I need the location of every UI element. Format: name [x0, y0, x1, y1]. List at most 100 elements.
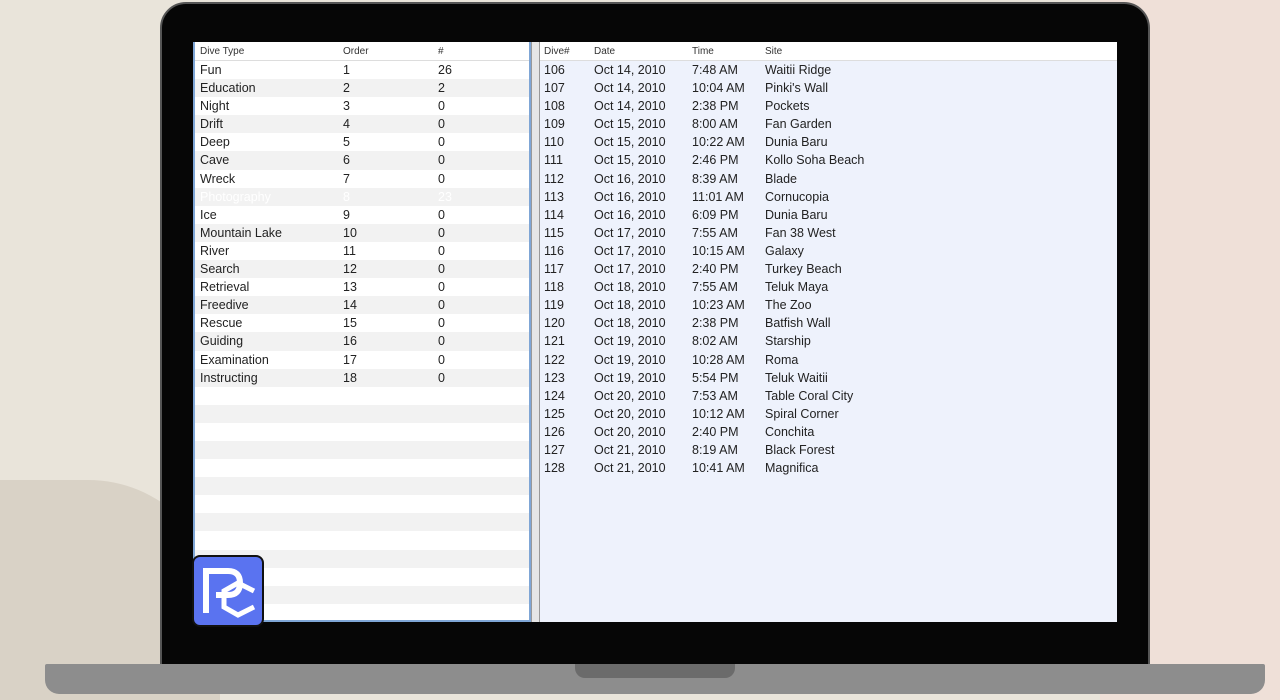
- cell-date: Oct 20, 2010: [594, 424, 666, 439]
- table-row[interactable]: 116 Oct 17, 2010 10:15 AM Galaxy: [540, 242, 1117, 260]
- table-row[interactable]: 110 Oct 15, 2010 10:22 AM Dunia Baru: [540, 133, 1117, 151]
- cell-date: Oct 17, 2010: [594, 243, 666, 258]
- table-row[interactable]: 107 Oct 14, 2010 10:04 AM Pinki's Wall: [540, 79, 1117, 97]
- table-row[interactable]: 126 Oct 20, 2010 2:40 PM Conchita: [540, 423, 1117, 441]
- cell-time: 8:02 AM: [692, 334, 738, 349]
- cell-dive-number: 125: [544, 406, 565, 421]
- column-header-date[interactable]: Date: [594, 46, 615, 57]
- table-row[interactable]: 115 Oct 17, 2010 7:55 AM Fan 38 West: [540, 224, 1117, 242]
- cell-order: 16: [343, 334, 357, 349]
- cell-dive-type: Night: [200, 99, 230, 114]
- table-row[interactable]: 123 Oct 19, 2010 5:54 PM Teluk Waitii: [540, 369, 1117, 387]
- logo-icon: [203, 568, 256, 618]
- table-row[interactable]: 112 Oct 16, 2010 8:39 AM Blade: [540, 170, 1117, 188]
- cell-order: 9: [343, 207, 350, 222]
- cell-dive-type: Drift: [200, 117, 223, 132]
- cell-site: Galaxy: [765, 243, 804, 258]
- column-header-count[interactable]: #: [438, 46, 444, 57]
- table-row[interactable]: 122 Oct 19, 2010 10:28 AM Roma: [540, 351, 1117, 369]
- table-row[interactable]: Guiding 16 0: [195, 332, 529, 351]
- cell-dive-type: Instructing: [200, 370, 258, 385]
- cell-count: 0: [438, 370, 445, 385]
- column-header-dive-number[interactable]: Dive#: [544, 46, 570, 57]
- table-row[interactable]: Wreck 7 0: [195, 170, 529, 188]
- cell-time: 2:46 PM: [692, 153, 739, 168]
- table-row[interactable]: Rescue 15 0: [195, 314, 529, 332]
- cell-time: 10:41 AM: [692, 461, 745, 476]
- column-header-dive-type[interactable]: Dive Type: [200, 46, 244, 57]
- table-row-selected[interactable]: Photography 8 23: [195, 187, 529, 206]
- cell-date: Oct 21, 2010: [594, 461, 666, 476]
- cell-date: Oct 15, 2010: [594, 153, 666, 168]
- cell-dive-type: Examination: [200, 352, 269, 367]
- table-row[interactable]: Education 2 2: [195, 79, 529, 98]
- cell-time: 5:54 PM: [692, 370, 739, 385]
- table-row[interactable]: 108 Oct 14, 2010 2:38 PM Pockets: [540, 97, 1117, 115]
- cell-site: Fan 38 West: [765, 225, 836, 240]
- cell-order: 11: [343, 243, 356, 258]
- cell-time: 10:15 AM: [692, 243, 745, 258]
- table-row[interactable]: Ice 9 0: [195, 206, 529, 224]
- cell-dive-type: River: [200, 243, 230, 258]
- table-row[interactable]: Cave 6 0: [195, 151, 529, 170]
- table-row[interactable]: 106 Oct 14, 2010 7:48 AM Waitii Ridge: [540, 61, 1117, 79]
- cell-dive-number: 123: [544, 370, 565, 385]
- cell-order: 6: [343, 153, 350, 168]
- cell-date: Oct 15, 2010: [594, 117, 666, 132]
- cell-dive-type: Deep: [200, 135, 230, 150]
- cell-site: Pockets: [765, 99, 810, 114]
- cell-order: 7: [343, 171, 350, 186]
- column-header-order[interactable]: Order: [343, 46, 369, 57]
- table-row[interactable]: 109 Oct 15, 2010 8:00 AM Fan Garden: [540, 115, 1117, 133]
- empty-row: [195, 423, 529, 441]
- table-row[interactable]: 118 Oct 18, 2010 7:55 AM Teluk Maya: [540, 278, 1117, 296]
- table-row[interactable]: Examination 17 0: [195, 351, 529, 369]
- column-header-site[interactable]: Site: [765, 46, 782, 57]
- cell-count: 0: [438, 117, 445, 132]
- table-row[interactable]: Night 3 0: [195, 97, 529, 115]
- table-row[interactable]: 128 Oct 21, 2010 10:41 AM Magnifica: [540, 459, 1117, 477]
- table-row[interactable]: River 11 0: [195, 242, 529, 260]
- table-row[interactable]: 127 Oct 21, 2010 8:19 AM Black Forest: [540, 441, 1117, 459]
- cell-date: Oct 14, 2010: [594, 63, 666, 77]
- table-row[interactable]: Drift 4 0: [195, 115, 529, 134]
- table-row[interactable]: 120 Oct 18, 2010 2:38 PM Batfish Wall: [540, 314, 1117, 332]
- cell-site: Table Coral City: [765, 388, 854, 403]
- cell-date: Oct 19, 2010: [594, 370, 666, 385]
- table-row[interactable]: Search 12 0: [195, 260, 529, 279]
- cell-dive-number: 113: [544, 189, 564, 204]
- table-row[interactable]: Instructing 18 0: [195, 368, 529, 387]
- cell-count: 23: [438, 189, 452, 204]
- table-row[interactable]: 114 Oct 16, 2010 6:09 PM Dunia Baru: [540, 206, 1117, 224]
- cell-time: 10:22 AM: [692, 135, 745, 150]
- watermark-logo: [192, 555, 264, 627]
- table-row[interactable]: 124 Oct 20, 2010 7:53 AM Table Coral City: [540, 387, 1117, 405]
- cell-order: 3: [343, 99, 350, 114]
- table-row[interactable]: Mountain Lake 10 0: [195, 223, 529, 242]
- cell-count: 0: [438, 334, 445, 349]
- cell-order: 1: [343, 63, 350, 77]
- table-row[interactable]: Deep 5 0: [195, 133, 529, 151]
- column-header-time[interactable]: Time: [692, 46, 714, 57]
- table-row[interactable]: Fun 1 26: [195, 61, 529, 79]
- cell-site: Dunia Baru: [765, 207, 828, 222]
- cell-date: Oct 16, 2010: [594, 171, 666, 186]
- table-row[interactable]: 119 Oct 18, 2010 10:23 AM The Zoo: [540, 296, 1117, 314]
- empty-row: [195, 477, 529, 496]
- table-row[interactable]: 113 Oct 16, 2010 11:01 AM Cornucopia: [540, 188, 1117, 206]
- cell-count: 0: [438, 207, 445, 222]
- cell-dive-number: 119: [544, 298, 564, 313]
- cell-dive-type: Ice: [200, 207, 217, 222]
- cell-dive-number: 111: [544, 153, 564, 168]
- cell-site: Teluk Waitii: [765, 370, 828, 385]
- split-view-divider[interactable]: [531, 42, 540, 622]
- cell-site: Waitii Ridge: [765, 63, 832, 77]
- table-row[interactable]: 125 Oct 20, 2010 10:12 AM Spiral Corner: [540, 405, 1117, 423]
- cell-dive-number: 124: [544, 388, 565, 403]
- table-row[interactable]: 111 Oct 15, 2010 2:46 PM Kollo Soha Beach: [540, 151, 1117, 169]
- table-row[interactable]: Freedive 14 0: [195, 296, 529, 315]
- table-row[interactable]: Retrieval 13 0: [195, 278, 529, 296]
- table-row[interactable]: 117 Oct 17, 2010 2:40 PM Turkey Beach: [540, 260, 1117, 278]
- table-row[interactable]: 121 Oct 19, 2010 8:02 AM Starship: [540, 332, 1117, 350]
- cell-date: Oct 18, 2010: [594, 280, 666, 295]
